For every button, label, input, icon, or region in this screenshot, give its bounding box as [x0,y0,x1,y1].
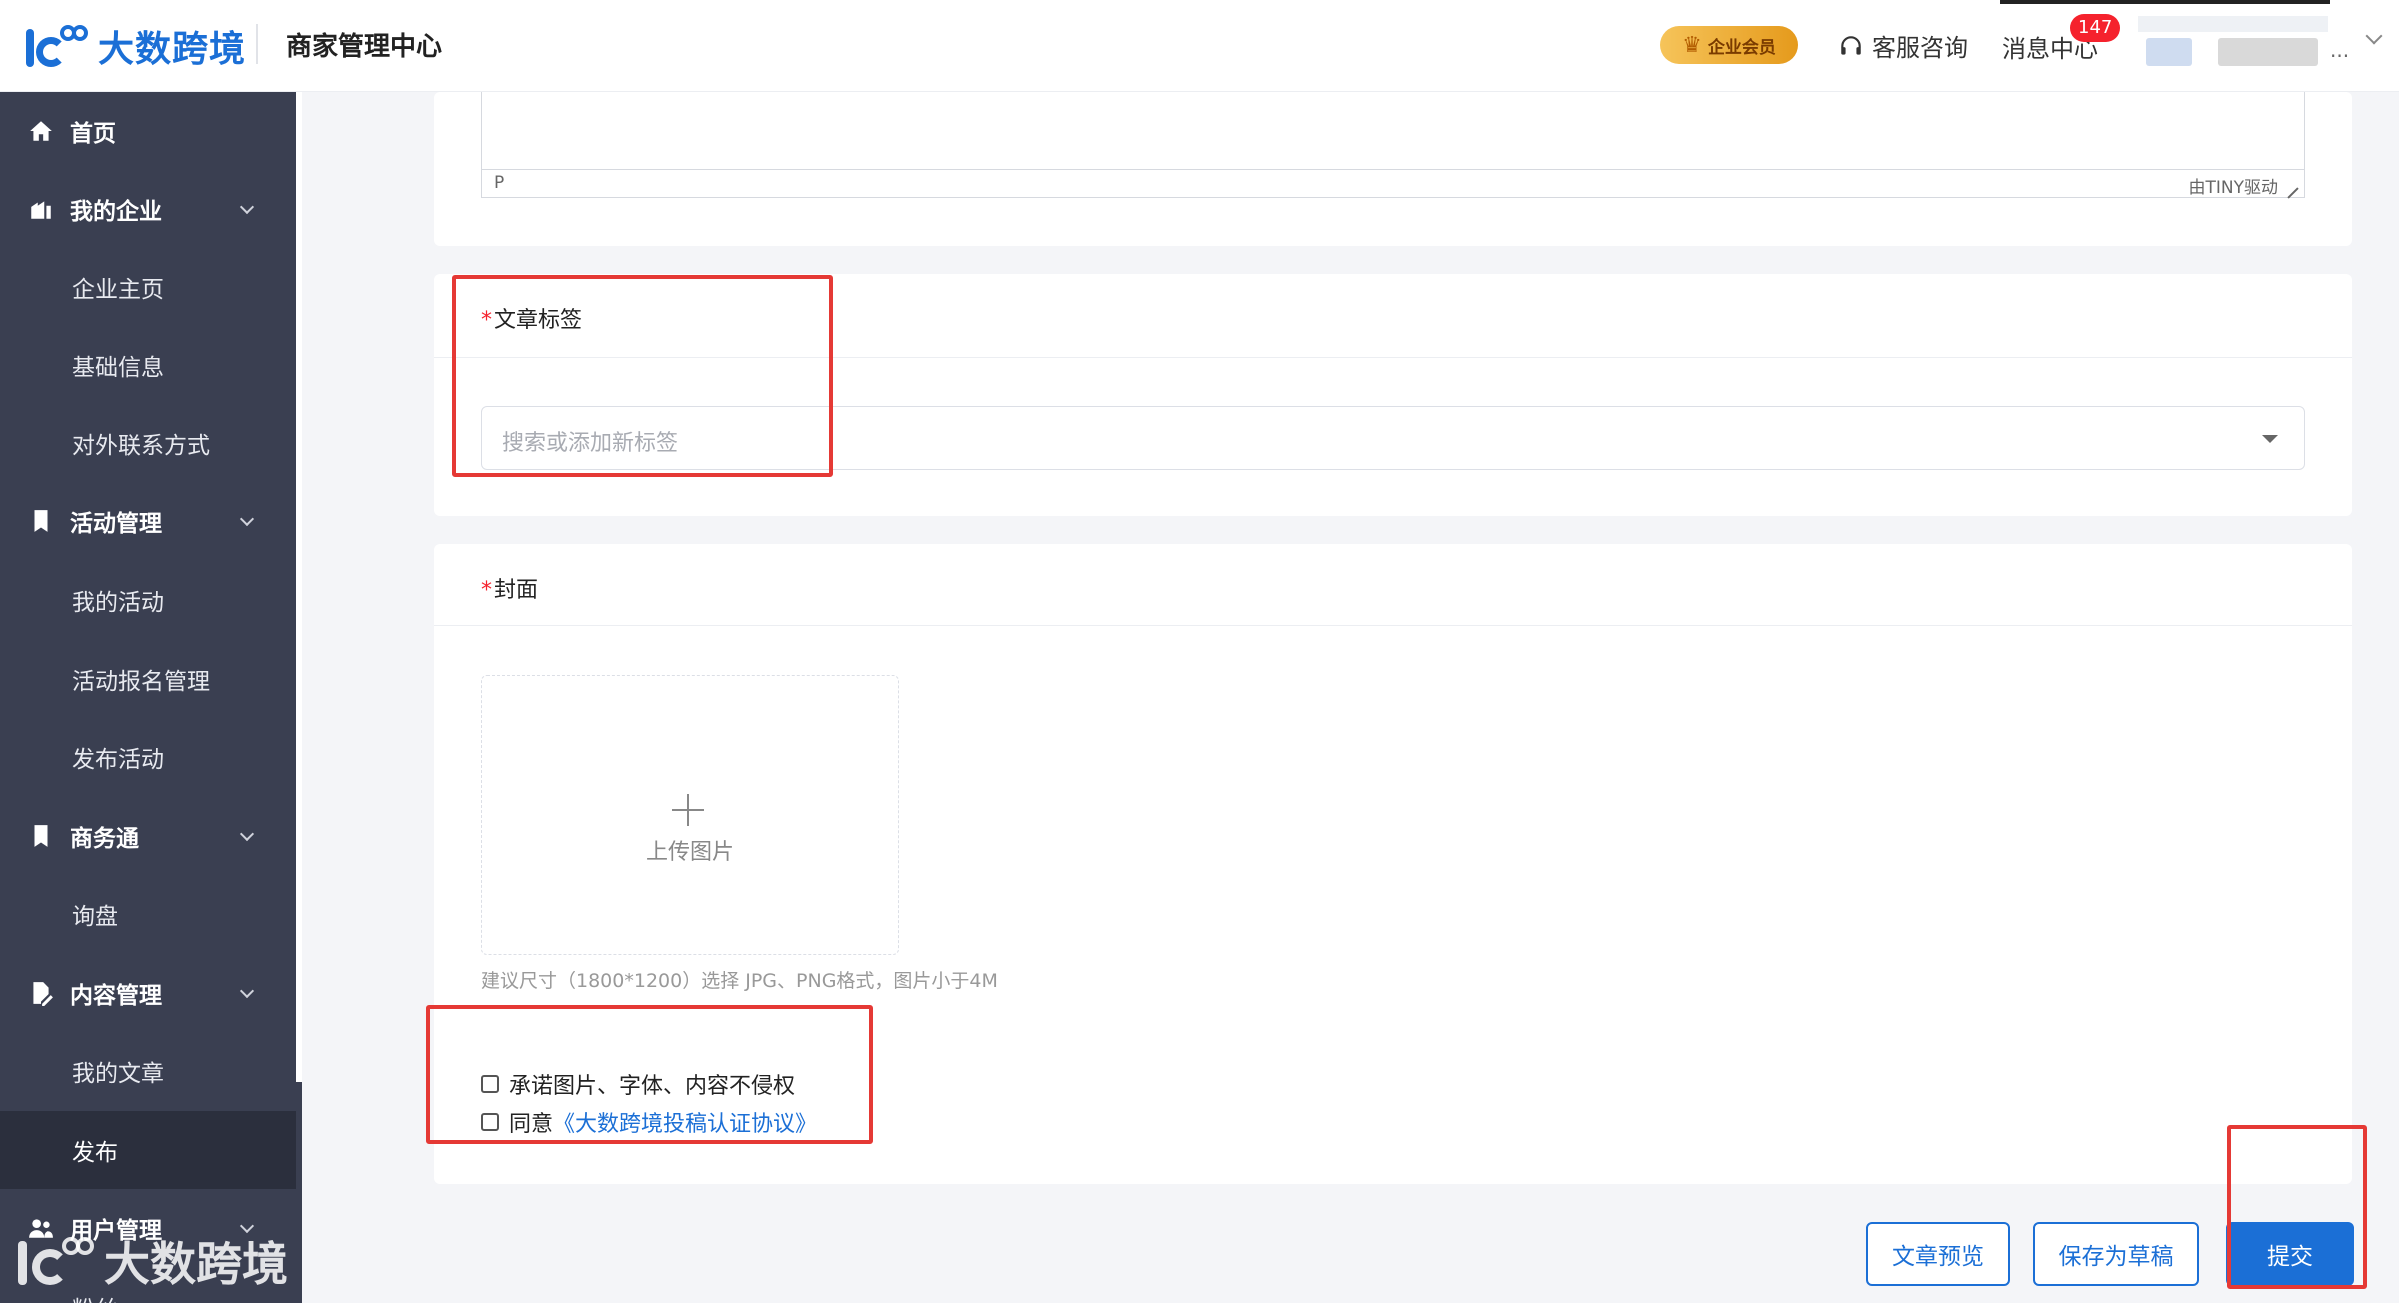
copyright-pledge-label: 承诺图片、字体、内容不侵权 [509,1074,796,1099]
submit-button[interactable]: 提交 [2226,1222,2354,1286]
editor-element-path[interactable]: P [494,173,504,193]
editor-powered-by[interactable]: 由TINY驱动 [2189,173,2279,198]
sidebar-item-label: 活动报名管理 [72,669,210,695]
plus-icon [672,794,704,826]
preview-button[interactable]: 文章预览 [1866,1222,2010,1286]
avatar [2146,38,2192,66]
username-ellipsis: ... [2330,38,2350,62]
brand-watermark: 大数跨境 [14,1228,288,1294]
cover-size-hint: 建议尺寸（1800*1200）选择 JPG、PNG格式，图片小于4M [481,970,998,992]
sidebar-item-basic-info[interactable]: 基础信息 [0,326,296,404]
support-button[interactable]: 客服咨询 [1838,28,1968,63]
sidebar-item-my-company[interactable]: 我的企业 [0,170,296,248]
upload-label: 上传图片 [645,840,734,865]
tag-select-input[interactable]: 搜索或添加新标签 [481,406,2305,470]
vip-badge[interactable]: ♛ 企业会员 [1660,26,1798,64]
messages-count-badge: 147 [2070,14,2121,42]
copyright-pledge-checkbox[interactable]: 承诺图片、字体、内容不侵权 [481,1068,795,1100]
chevron-down-icon [239,199,255,215]
document-edit-icon [33,982,53,1006]
brand-logo-mark [22,23,88,69]
headset-icon [1841,35,1861,55]
chevron-down-icon[interactable] [2365,27,2383,45]
chevron-down-icon [239,511,255,527]
sidebar-item-content-management[interactable]: 内容管理 [0,954,296,1032]
caret-down-icon [2262,435,2278,443]
sidebar-item-activity-signups[interactable]: 活动报名管理 [0,640,296,718]
sidebar-item-label: 企业主页 [72,277,164,303]
support-label: 客服咨询 [1872,34,1968,62]
sidebar-item-label: 基础信息 [72,355,164,381]
sidebar-item-my-articles[interactable]: 我的文章 [0,1032,296,1110]
sidebar-item-label: 活动管理 [70,511,162,537]
chevron-down-icon [239,983,255,999]
header-top-line [2000,0,2330,4]
cover-label-text: 封面 [494,578,539,603]
top-header: 大数跨境 商家管理中心 ♛ 企业会员 客服咨询 消息中心 147 ... [0,0,2399,92]
tags-label-text: 文章标签 [494,308,583,333]
page-title: 商家管理中心 [286,32,443,62]
required-mark: * [481,578,492,603]
sidebar-item-inquiries[interactable]: 询盘 [0,875,296,953]
sidebar-item-publish-activity[interactable]: 发布活动 [0,718,296,796]
sidebar-item-activity-management[interactable]: 活动管理 [0,482,296,560]
cover-label: *封面 [481,572,538,604]
sidebar-item-my-activities[interactable]: 我的活动 [0,561,296,639]
tags-card-header: *文章标签 [434,274,2352,358]
sidebar-item-label: 商务通 [70,826,139,852]
resize-handle-icon[interactable] [2287,187,2299,199]
bookmark-icon [34,825,48,847]
sidebar-item-label: 首页 [70,121,116,147]
agreement-link[interactable]: 《大数跨境投稿认证协议》 [553,1106,817,1138]
tags-label: *文章标签 [481,302,582,334]
checkbox[interactable] [481,1075,499,1093]
tag-select-placeholder: 搜索或添加新标签 [502,431,679,456]
editor-card: P 由TINY驱动 [434,92,2352,246]
editor-statusbar: P 由TINY驱动 [482,169,2304,199]
brand-logo[interactable]: 大数跨境 [22,18,246,74]
sidebar-item-company-home[interactable]: 企业主页 [0,248,296,326]
sidebar-item-label: 对外联系方式 [72,433,210,459]
required-mark: * [481,308,492,333]
sidebar-scrollbar[interactable] [296,92,302,1082]
sidebar-item-label: 内容管理 [70,983,162,1009]
sidebar-item-label: 我的活动 [72,590,164,616]
user-info-blurred [2138,16,2328,32]
sidebar-item-contact[interactable]: 对外联系方式 [0,404,296,482]
sidebar-item-business[interactable]: 商务通 [0,797,296,875]
sidebar-item-label: 发布 [72,1140,118,1166]
header-divider [256,24,258,64]
bookmark-icon [34,510,48,532]
rich-text-editor[interactable]: P 由TINY驱动 [481,92,2305,199]
sidebar-item-label: 发布活动 [72,747,164,773]
chevron-down-icon [239,826,255,842]
user-menu[interactable]: ... [2000,0,2349,70]
sidebar-item-label: 我的文章 [72,1061,164,1087]
sidebar-item-home[interactable]: 首页 [0,92,296,170]
crown-icon: ♛ [1682,32,1702,58]
cover-image-uploader[interactable]: 上传图片 [481,675,899,955]
checkbox[interactable] [481,1113,499,1131]
cover-card-header: *封面 [434,544,2352,626]
sidebar: 首页 我的企业 企业主页 基础信息 对外联系方式 活动管理 我的活动 活动报名管… [0,92,302,1303]
sidebar-item-label: 询盘 [72,904,118,930]
brand-logo-text: 大数跨境 [98,29,247,70]
watermark-text: 大数跨境 [104,1237,288,1291]
sidebar-item-label: 我的企业 [70,199,162,225]
vip-label: 企业会员 [1707,37,1776,58]
agreement-label: 同意 [509,1112,554,1137]
home-icon [30,121,52,141]
watermark-logo-mark [14,1233,96,1289]
username-blurred [2218,38,2318,66]
sidebar-item-publish[interactable]: 发布 [0,1111,296,1189]
tags-card: *文章标签 搜索或添加新标签 [434,274,2352,516]
cover-card: *封面 上传图片 建议尺寸（1800*1200）选择 JPG、PNG格式，图片小… [434,544,2352,1184]
building-icon [31,201,51,219]
agreement-checkbox[interactable]: 同意 《大数跨境投稿认证协议》 [481,1106,817,1138]
save-draft-button[interactable]: 保存为草稿 [2033,1222,2199,1286]
